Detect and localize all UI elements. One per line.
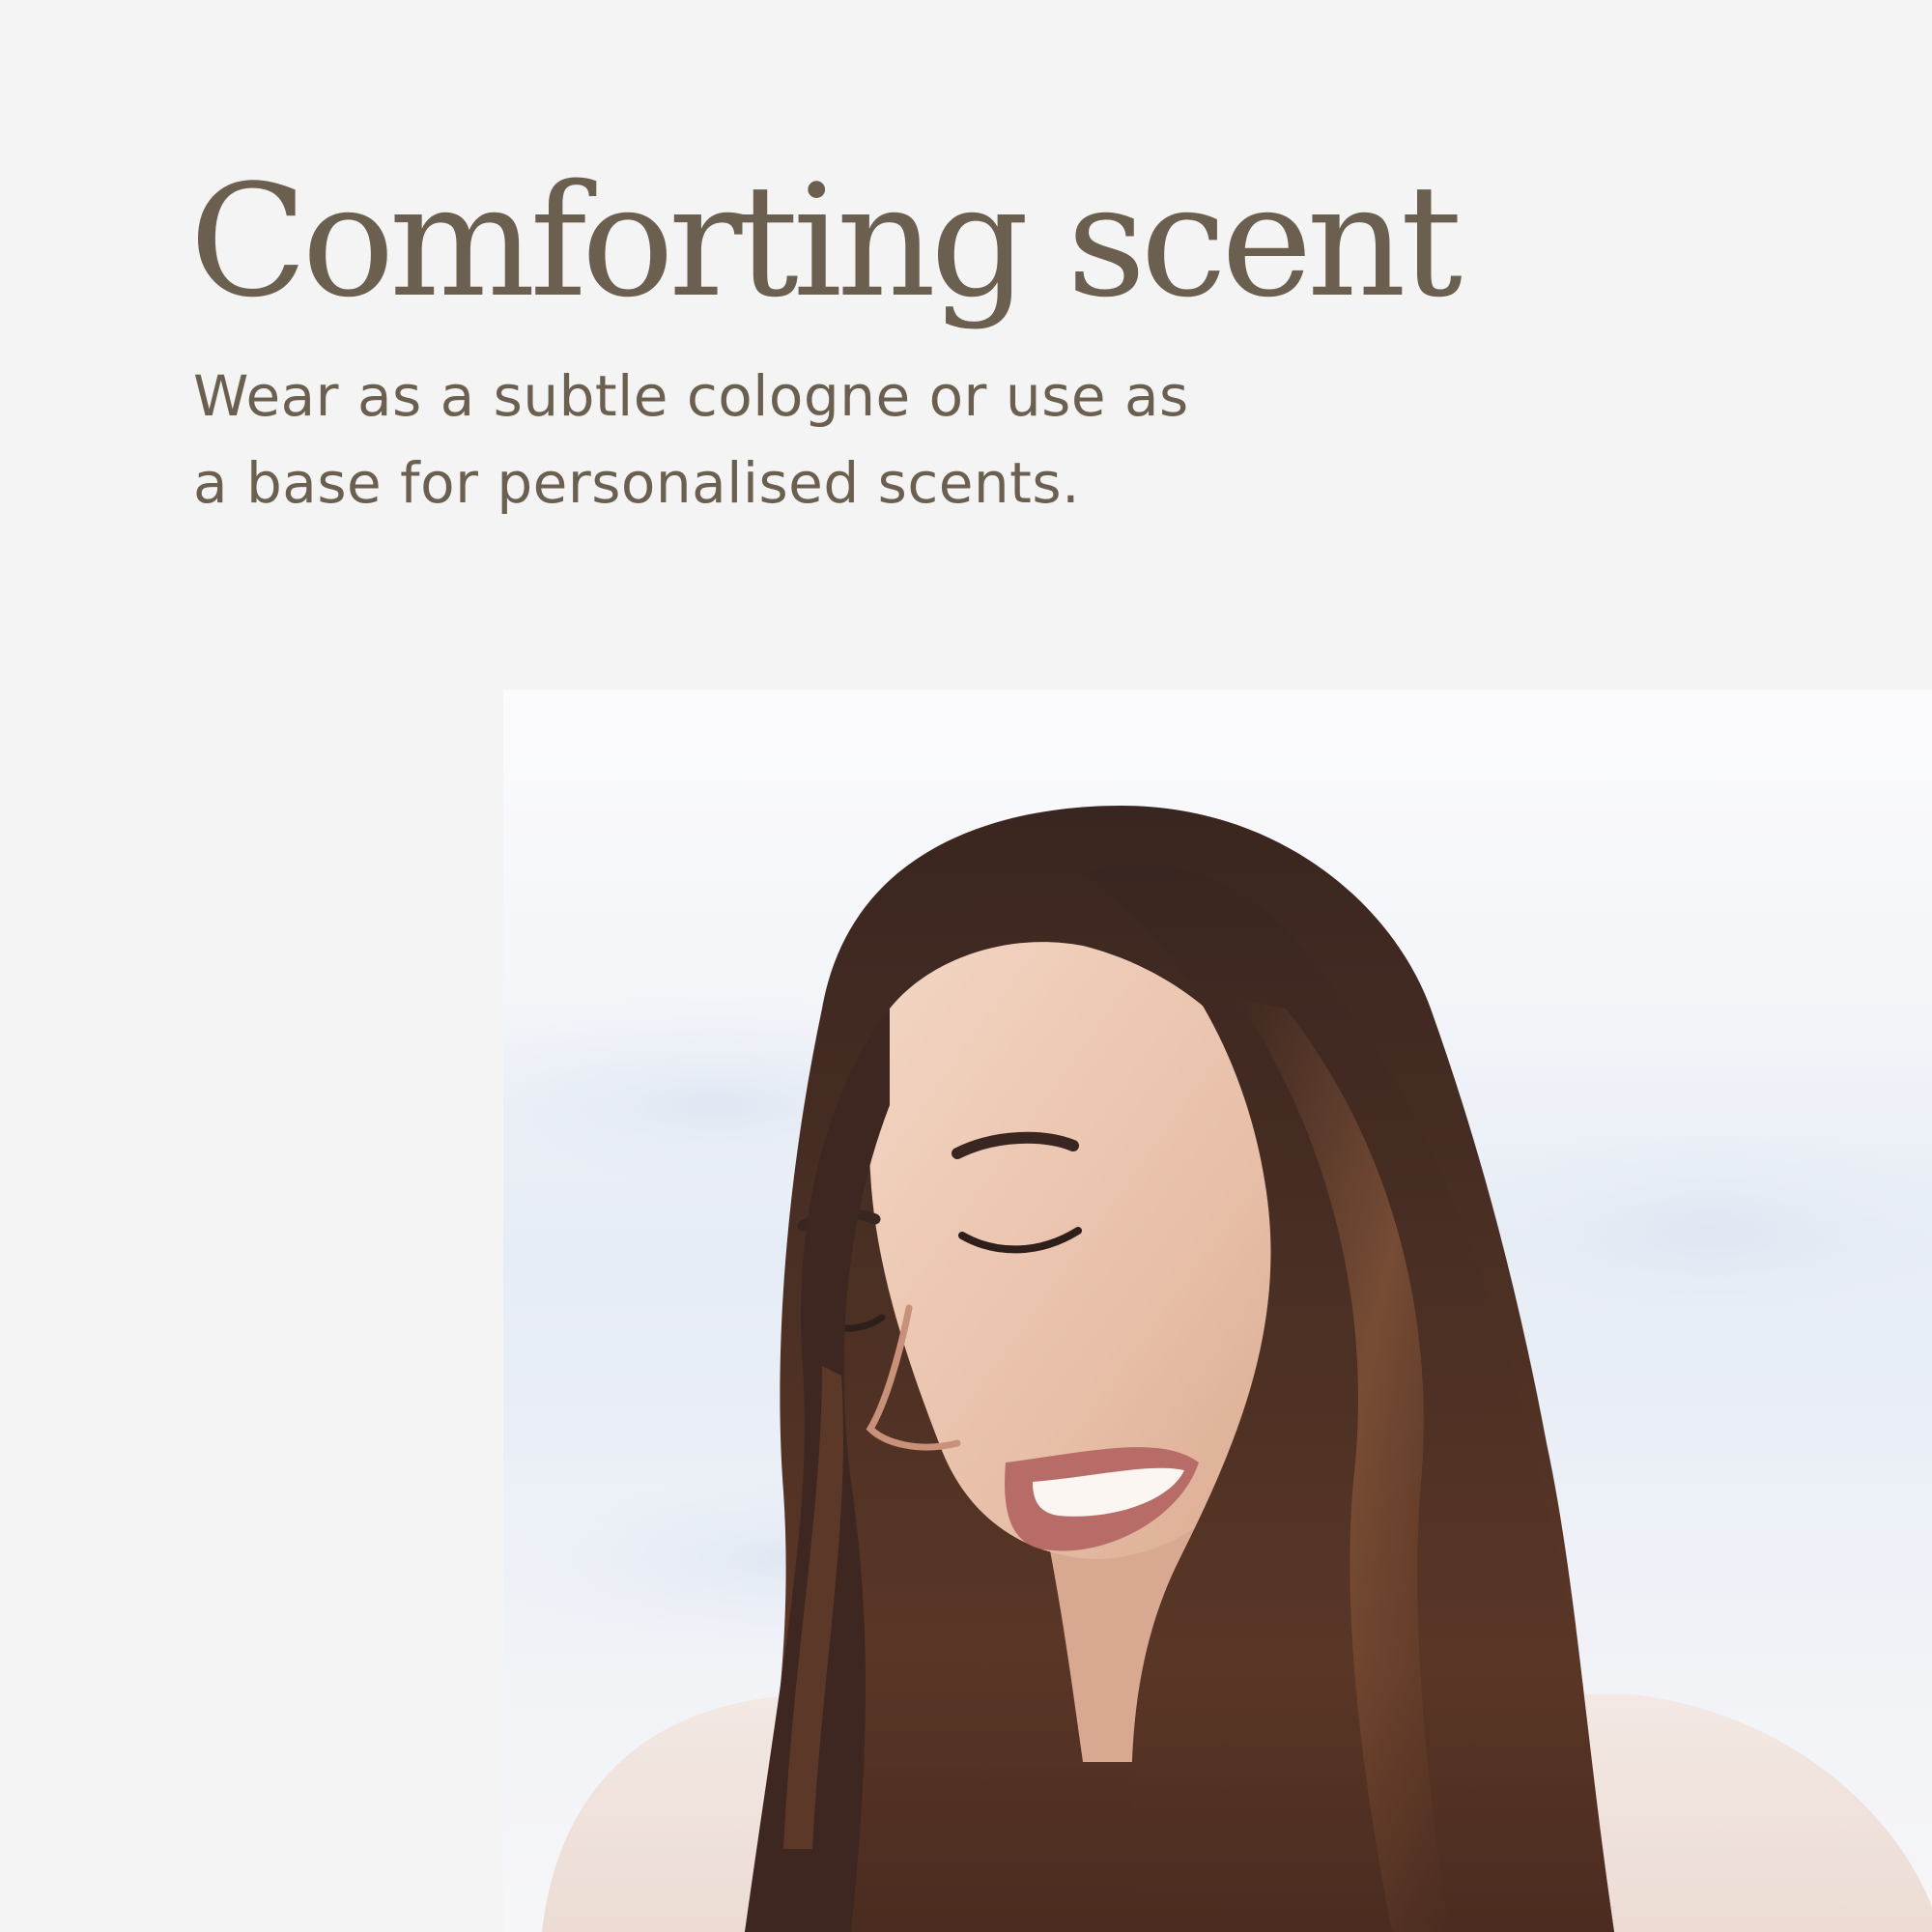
headline: Comforting scent (189, 151, 1463, 331)
subcopy-line-2: a base for personalised scents. (193, 450, 1081, 516)
subcopy-line-1: Wear as a subtle cologne or use as (193, 363, 1189, 429)
portrait-illustration (503, 806, 1932, 1932)
subcopy: Wear as a subtle cologne or use as a bas… (193, 353, 1189, 526)
portrait-photo (503, 690, 1932, 1932)
